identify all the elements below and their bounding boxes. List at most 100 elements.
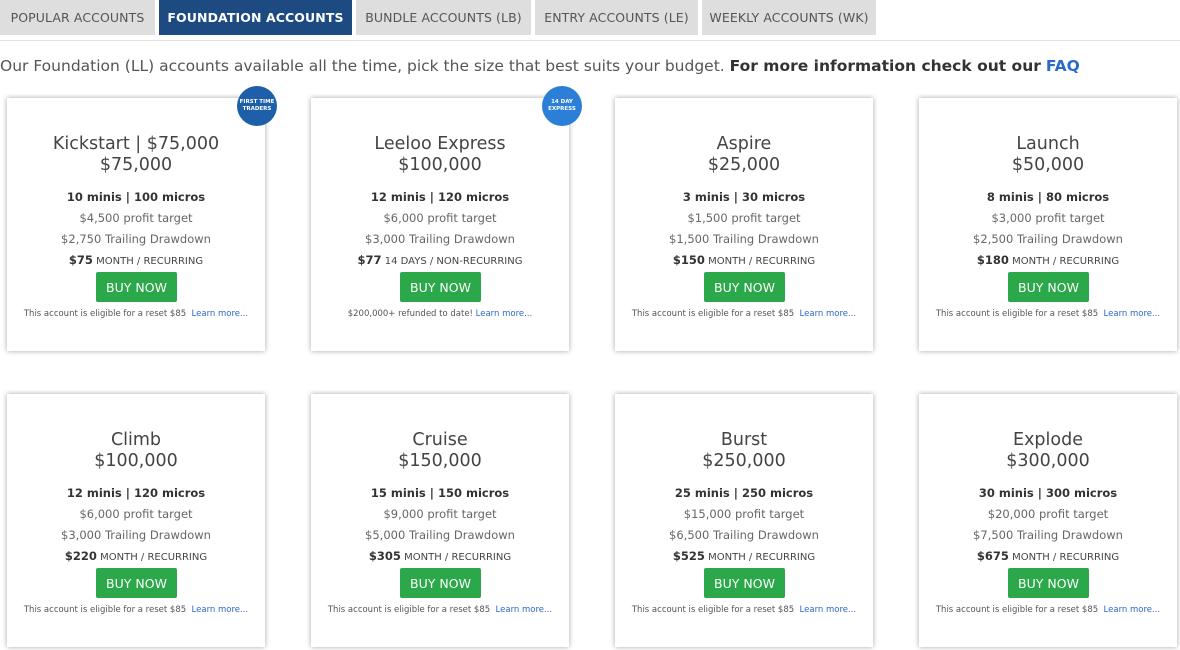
account-fee: $75 MONTH / RECURRING xyxy=(7,253,265,267)
fee-amount: $675 xyxy=(976,549,1009,563)
reset-note: This account is eligible for a reset $85… xyxy=(919,309,1177,319)
fee-term: MONTH / RECURRING xyxy=(1012,256,1120,267)
note-text: This account is eligible for a reset $85 xyxy=(631,605,795,615)
trailing-drawdown: $5,000 Trailing Drawdown xyxy=(365,528,515,542)
account-price: $25,000 xyxy=(707,155,781,175)
buy-now-button[interactable]: BUY NOW xyxy=(704,272,785,302)
account-contracts: 10 minis | 100 micros xyxy=(66,190,206,204)
account-name: Kickstart | $75,000 xyxy=(52,134,220,154)
account-price: $50,000 xyxy=(1011,155,1085,175)
fee-term: MONTH / RECURRING xyxy=(96,256,204,267)
fee-amount: $75 xyxy=(68,253,93,267)
reset-note: This account is eligible for a reset $85… xyxy=(615,605,873,615)
fee-term: 14 DAYS / NON-RECURRING xyxy=(384,256,523,267)
buy-now-button[interactable]: BUY NOW xyxy=(1008,272,1089,302)
profit-target: $15,000 profit target xyxy=(683,507,805,521)
account-price: $75,000 xyxy=(99,155,173,175)
faq-link[interactable]: FAQ xyxy=(1046,57,1080,75)
account-contracts: 30 minis | 300 micros xyxy=(978,486,1118,500)
buy-now-button[interactable]: BUY NOW xyxy=(400,272,481,302)
account-card-explode: Explode $300,000 30 minis | 300 micros $… xyxy=(919,394,1177,647)
account-contracts: 3 minis | 30 micros xyxy=(682,190,806,204)
buy-now-button[interactable]: BUY NOW xyxy=(704,568,785,598)
profit-target: $9,000 profit target xyxy=(383,507,497,521)
note-text: This account is eligible for a reset $85 xyxy=(327,605,491,615)
account-card-launch: Launch $50,000 8 minis | 80 micros $3,00… xyxy=(919,98,1177,351)
account-contracts: 12 minis | 120 micros xyxy=(370,190,510,204)
tab-entry-accounts[interactable]: ENTRY ACCOUNTS (LE) xyxy=(535,0,698,35)
fee-term: MONTH / RECURRING xyxy=(100,552,208,563)
account-name: Launch xyxy=(1016,134,1080,154)
account-card-climb: Climb $100,000 12 minis | 120 micros $6,… xyxy=(7,394,265,647)
learn-more-link[interactable]: Learn more... xyxy=(800,309,857,319)
intro-text: Our Foundation (LL) accounts available a… xyxy=(0,57,1180,75)
account-contracts: 12 minis | 120 micros xyxy=(66,486,206,500)
reset-note: This account is eligible for a reset $85… xyxy=(7,309,265,319)
account-contracts: 25 minis | 250 micros xyxy=(674,486,814,500)
account-card-cruise: Cruise $150,000 15 minis | 150 micros $9… xyxy=(311,394,569,647)
reset-note: This account is eligible for a reset $85… xyxy=(615,309,873,319)
account-name: Climb xyxy=(110,430,162,450)
buy-now-button[interactable]: BUY NOW xyxy=(400,568,481,598)
intro-description: Our Foundation (LL) accounts available a… xyxy=(0,57,725,75)
learn-more-link[interactable]: Learn more... xyxy=(1104,605,1161,615)
reset-note: This account is eligible for a reset $85… xyxy=(7,605,265,615)
account-card-kickstart: Kickstart | $75,000 $75,000 10 minis | 1… xyxy=(7,98,265,351)
account-name: Burst xyxy=(720,430,768,450)
account-fee: $150 MONTH / RECURRING xyxy=(615,253,873,267)
tab-popular-accounts[interactable]: POPULAR ACCOUNTS xyxy=(0,0,155,35)
account-card-aspire: Aspire $25,000 3 minis | 30 micros $1,50… xyxy=(615,98,873,351)
express-badge: 14 DAY EXPRESS xyxy=(542,86,582,126)
learn-more-link[interactable]: Learn more... xyxy=(1104,309,1161,319)
account-name: Leeloo Express xyxy=(374,134,506,154)
note-text: This account is eligible for a reset $85 xyxy=(23,605,187,615)
trailing-drawdown: $2,750 Trailing Drawdown xyxy=(61,232,211,246)
learn-more-link[interactable]: Learn more... xyxy=(192,309,249,319)
first-time-traders-badge: FIRST TIME TRADERS xyxy=(237,86,277,126)
fee-term: MONTH / RECURRING xyxy=(404,552,512,563)
fee-amount: $77 xyxy=(357,253,382,267)
trailing-drawdown: $1,500 Trailing Drawdown xyxy=(669,232,819,246)
account-card-leeloo-express: Leeloo Express $100,000 12 minis | 120 m… xyxy=(311,98,569,351)
note-text: This account is eligible for a reset $85 xyxy=(23,309,187,319)
tab-bundle-accounts[interactable]: BUNDLE ACCOUNTS (LB) xyxy=(356,0,531,35)
account-price: $300,000 xyxy=(1006,451,1090,471)
fee-term: MONTH / RECURRING xyxy=(1012,552,1120,563)
learn-more-link[interactable]: Learn more... xyxy=(476,309,533,319)
tab-weekly-accounts[interactable]: WEEKLY ACCOUNTS (WK) xyxy=(702,0,876,35)
fee-amount: $150 xyxy=(672,253,705,267)
fee-term: MONTH / RECURRING xyxy=(708,552,816,563)
learn-more-link[interactable]: Learn more... xyxy=(800,605,857,615)
buy-now-button[interactable]: BUY NOW xyxy=(1008,568,1089,598)
account-fee: $305 MONTH / RECURRING xyxy=(311,549,569,563)
account-price: $100,000 xyxy=(398,155,482,175)
buy-now-button[interactable]: BUY NOW xyxy=(96,272,177,302)
trailing-drawdown: $2,500 Trailing Drawdown xyxy=(973,232,1123,246)
buy-now-button[interactable]: BUY NOW xyxy=(96,568,177,598)
profit-target: $4,500 profit target xyxy=(79,211,193,225)
profit-target: $6,000 profit target xyxy=(383,211,497,225)
profit-target: $6,000 profit target xyxy=(79,507,193,521)
note-text: $200,000+ refunded to date! xyxy=(347,309,473,319)
account-fee: $180 MONTH / RECURRING xyxy=(919,253,1177,267)
fee-amount: $525 xyxy=(672,549,705,563)
account-price: $250,000 xyxy=(702,451,786,471)
profit-target: $20,000 profit target xyxy=(987,507,1109,521)
account-card-burst: Burst $250,000 25 minis | 250 micros $15… xyxy=(615,394,873,647)
account-contracts: 8 minis | 80 micros xyxy=(986,190,1110,204)
account-name: Explode xyxy=(1013,430,1083,450)
intro-more-info: For more information check out our xyxy=(729,57,1041,75)
learn-more-link[interactable]: Learn more... xyxy=(496,605,553,615)
trailing-drawdown: $7,500 Trailing Drawdown xyxy=(973,528,1123,542)
tab-foundation-accounts[interactable]: FOUNDATION ACCOUNTS xyxy=(159,0,352,35)
reset-note: This account is eligible for a reset $85… xyxy=(311,605,569,615)
trailing-drawdown: $3,000 Trailing Drawdown xyxy=(365,232,515,246)
account-fee: $77 14 DAYS / NON-RECURRING xyxy=(311,253,569,267)
fee-amount: $180 xyxy=(976,253,1009,267)
account-fee: $675 MONTH / RECURRING xyxy=(919,549,1177,563)
note-text: This account is eligible for a reset $85 xyxy=(935,605,1099,615)
account-price: $100,000 xyxy=(94,451,178,471)
learn-more-link[interactable]: Learn more... xyxy=(192,605,249,615)
account-name: Cruise xyxy=(412,430,468,450)
profit-target: $1,500 profit target xyxy=(687,211,801,225)
